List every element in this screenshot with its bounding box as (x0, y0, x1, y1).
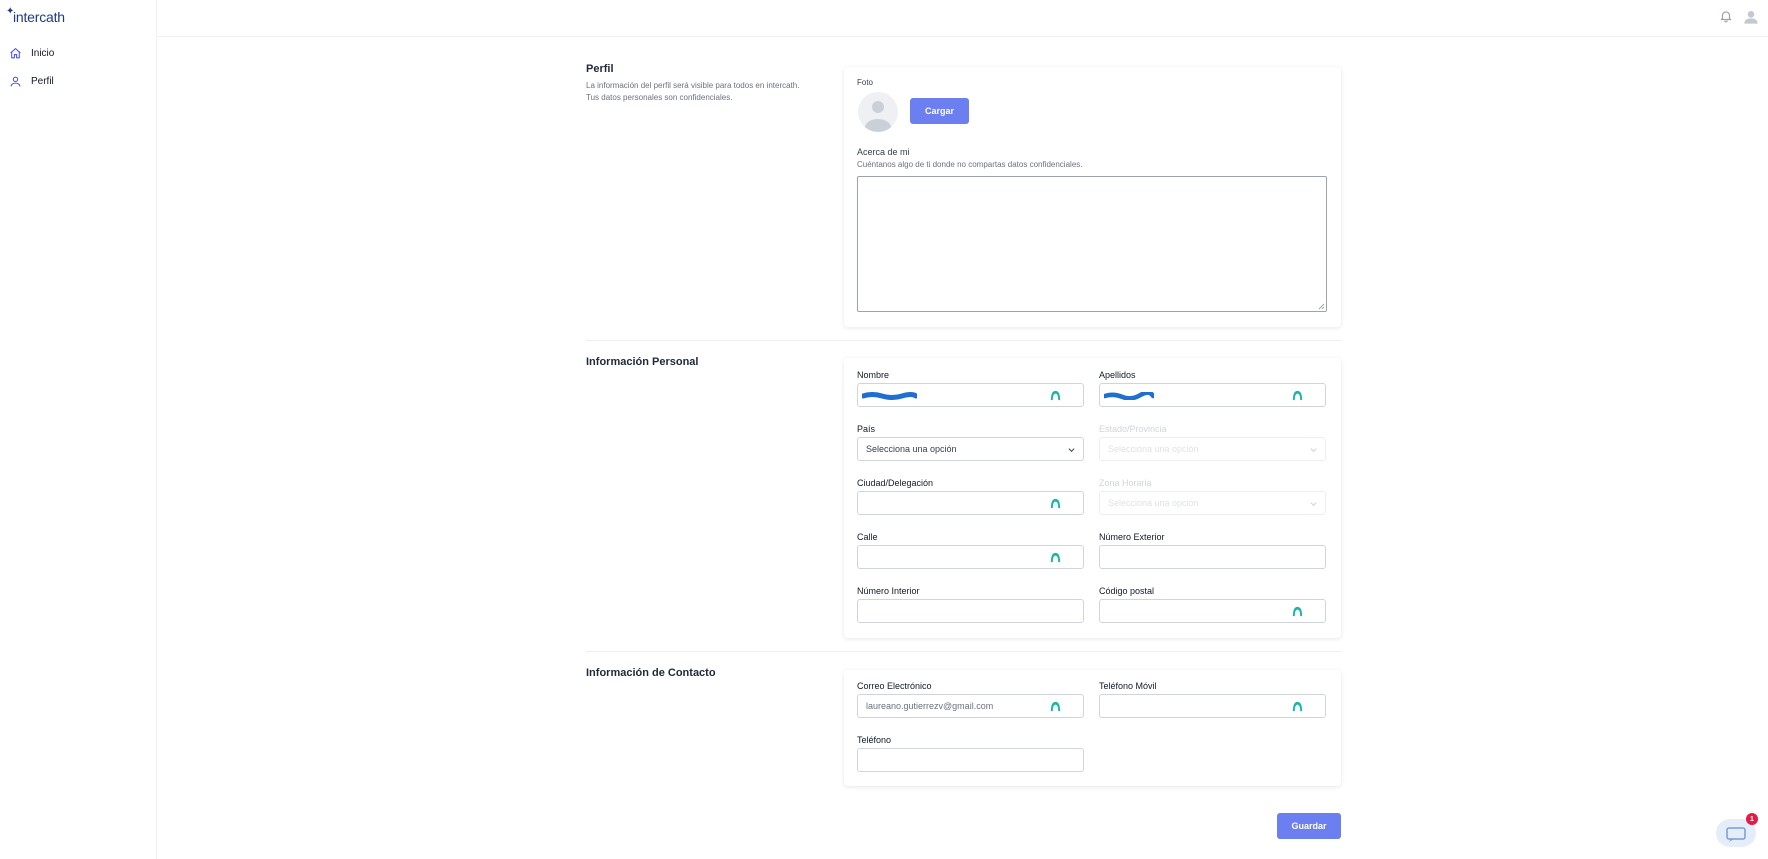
numero-interior-label: Número Interior (857, 586, 920, 596)
photo-label: Foto (857, 78, 874, 87)
telefono-field[interactable] (857, 748, 1084, 772)
pais-selected-value: Selecciona una opción (866, 444, 957, 454)
section-divider (586, 651, 1341, 652)
ciudad-label: Ciudad/Delegación (857, 478, 934, 488)
autofill-icon[interactable] (1292, 606, 1303, 617)
apellidos-label: Apellidos (1099, 370, 1136, 380)
estado-label: Estado/Provincia (1099, 424, 1167, 434)
numero-exterior-label: Número Exterior (1099, 532, 1165, 542)
autofill-icon[interactable] (1050, 701, 1061, 712)
calle-field[interactable] (857, 545, 1084, 569)
sidebar: ✦ intercath Inicio Perfil (0, 0, 157, 859)
upload-button[interactable]: Cargar (910, 98, 969, 124)
codigo-postal-label: Código postal (1099, 586, 1155, 596)
apellidos-field[interactable] (1099, 383, 1326, 407)
home-icon (10, 48, 21, 59)
section-title-perfil: Perfil (586, 63, 614, 75)
calle-label: Calle (857, 532, 878, 542)
top-bar (157, 0, 1768, 37)
user-icon (10, 76, 21, 87)
logo[interactable]: ✦ intercath (6, 6, 65, 25)
section-title-personal: Información Personal (586, 356, 699, 368)
autofill-icon[interactable] (1050, 390, 1061, 401)
nombre-label: Nombre (857, 370, 890, 380)
about-textarea[interactable] (857, 176, 1327, 312)
zona-label: Zona Horaria (1099, 478, 1152, 488)
sidebar-item-label: Perfil (31, 76, 54, 87)
sidebar-item-perfil[interactable]: Perfil (9, 75, 54, 88)
about-help-text: Cuéntanos algo de ti donde no compartas … (857, 160, 1083, 169)
avatar-placeholder-icon (864, 101, 892, 132)
chevron-down-icon (1310, 502, 1317, 507)
autofill-icon[interactable] (1292, 701, 1303, 712)
redacted-value (1104, 392, 1154, 400)
logo-text: intercath (13, 9, 65, 25)
autofill-icon[interactable] (1050, 552, 1061, 563)
pais-select[interactable]: Selecciona una opción (857, 437, 1084, 461)
app-root: ✦ intercath Inicio Perfil Perfil La info… (0, 0, 1768, 859)
email-label: Correo Electrónico (857, 681, 932, 691)
telefono-label: Teléfono (857, 735, 892, 745)
telefono-movil-field[interactable] (1099, 694, 1326, 718)
chevron-down-icon (1310, 448, 1317, 453)
avatar (858, 92, 898, 132)
bell-icon[interactable] (1719, 9, 1733, 23)
redacted-value (862, 392, 917, 400)
sparkle-icon: ✦ (6, 6, 15, 17)
save-button[interactable]: Guardar (1277, 813, 1341, 839)
zona-selected-value: Selecciona una opción (1108, 498, 1199, 508)
nombre-field[interactable] (857, 383, 1084, 407)
email-field[interactable]: laureano.gutierrezv@gmail.com (857, 694, 1084, 718)
ciudad-field[interactable] (857, 491, 1084, 515)
pais-label: País (857, 424, 876, 434)
section-description: La información del perfil será visible p… (586, 81, 800, 90)
estado-select[interactable]: Selecciona una opción (1099, 437, 1326, 461)
codigo-postal-field[interactable] (1099, 599, 1326, 623)
section-description: Tus datos personales son confidenciales. (586, 93, 733, 102)
sidebar-item-inicio[interactable]: Inicio (9, 47, 54, 60)
chevron-down-icon (1068, 448, 1075, 453)
zona-select[interactable]: Selecciona una opción (1099, 491, 1326, 515)
telefono-movil-label: Teléfono Móvil (1099, 681, 1157, 691)
estado-selected-value: Selecciona una opción (1108, 444, 1199, 454)
chat-notification-badge: 1 (1746, 813, 1758, 825)
about-label: Acerca de mi (857, 147, 910, 157)
numero-interior-field[interactable] (857, 599, 1084, 623)
resize-handle-icon[interactable] (1317, 302, 1325, 310)
autofill-icon[interactable] (1292, 390, 1303, 401)
section-divider (586, 340, 1341, 341)
numero-exterior-field[interactable] (1099, 545, 1326, 569)
email-value: laureano.gutierrezv@gmail.com (866, 701, 994, 711)
user-avatar-icon[interactable] (1743, 9, 1759, 25)
sidebar-item-label: Inicio (31, 48, 55, 59)
autofill-icon[interactable] (1050, 498, 1061, 509)
section-title-contact: Información de Contacto (586, 667, 716, 679)
